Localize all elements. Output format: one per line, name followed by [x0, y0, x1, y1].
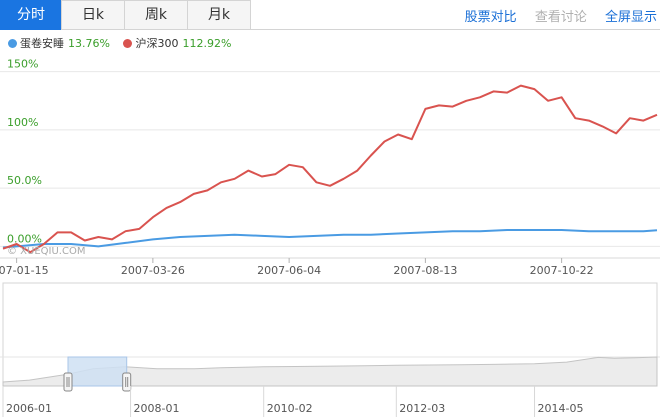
navigator[interactable]: 2006-01 2008-01 2010-02 2012-03 2014-05 [0, 282, 660, 417]
y-tick-label: 150% [7, 58, 38, 71]
x-axis: 2007-01-15 2007-03-26 2007-06-04 2007-08-13… [0, 258, 594, 277]
legend-dot-icon [8, 39, 17, 48]
x-tick-label: 2007-08-13 [393, 264, 457, 277]
legend-label: 沪深300 [135, 37, 179, 50]
navigator-tick-label: 2012-03 [399, 402, 445, 415]
chart-legend: 蛋卷安睡 13.76% 沪深300 112.92% [8, 35, 241, 51]
toolbar-actions: 股票对比 查看讨论 全屏显示 [451, 6, 657, 25]
grid [0, 71, 660, 259]
y-axis: 150% 100% 50.0% 0.00% [7, 58, 42, 246]
watermark: © XUEQIU.COM [7, 246, 85, 257]
fullscreen-link[interactable]: 全屏显示 [605, 10, 657, 25]
compare-stocks-link[interactable]: 股票对比 [465, 10, 517, 25]
legend-pct: 13.76% [68, 37, 110, 50]
view-discussion-link[interactable]: 查看讨论 [535, 10, 587, 25]
legend-pct: 112.92% [182, 37, 232, 50]
navigator-tick-label: 2008-01 [134, 402, 180, 415]
navigator-left-handle [63, 372, 73, 392]
series-layer [2, 84, 658, 254]
tab-monthly-k[interactable]: 月k [187, 0, 251, 30]
y-tick-label: 0.00% [7, 232, 42, 245]
tab-weekly-k[interactable]: 周k [124, 0, 188, 30]
legend-item-index[interactable]: 沪深300 112.92% [123, 37, 231, 50]
main-chart[interactable]: 150%100%50.0%0.00% 2007-01-152007-03-262… [0, 0, 660, 417]
navigator-tick-label: 2014-05 [538, 402, 584, 415]
y-tick-label: 50.0% [7, 174, 42, 187]
navigator-right-handle [122, 372, 132, 392]
x-tick-label: 2007-01-15 [0, 264, 49, 277]
legend-label: 蛋卷安睡 [20, 37, 64, 50]
y-tick-label: 100% [7, 116, 38, 129]
navigator-tick-label: 2006-01 [6, 402, 52, 415]
navigator-area [2, 356, 658, 387]
legend-dot-icon [123, 39, 133, 48]
navigator-selection [67, 356, 128, 387]
navigator-frame [2, 282, 658, 387]
series-line-沪深300 [2, 84, 658, 254]
x-tick-label: 2007-03-26 [121, 264, 185, 277]
tab-daily-k[interactable]: 日k [61, 0, 125, 30]
tab-intraday[interactable]: 分时 [0, 0, 62, 30]
legend-item-portfolio[interactable]: 蛋卷安睡 13.76% [8, 37, 113, 50]
x-tick-label: 2007-10-22 [530, 264, 594, 277]
series-line-蛋卷安睡 [2, 229, 658, 249]
tab-bar: 分时 日k 周k 月k 股票对比 查看讨论 全屏显示 [0, 0, 660, 30]
navigator-tick-label: 2010-02 [267, 402, 313, 415]
x-tick-label: 2007-06-04 [257, 264, 321, 277]
